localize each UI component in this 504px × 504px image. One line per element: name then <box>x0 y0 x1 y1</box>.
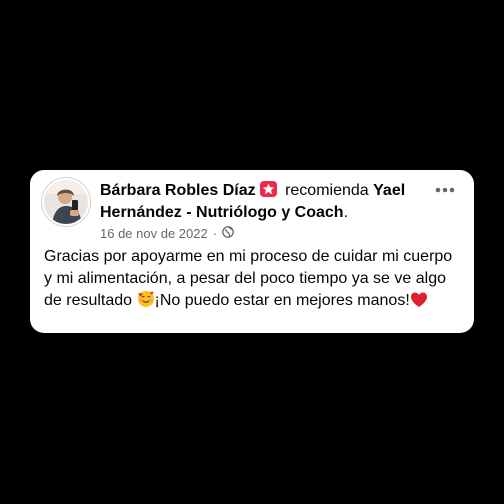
meta-separator: · <box>212 226 218 241</box>
post-text-part2: ¡No puedo estar en mejores manos! <box>154 292 410 309</box>
globe-icon <box>222 226 234 242</box>
post-header: Bárbara Robles Díaz recomienda Yael Hern… <box>100 180 425 224</box>
more-options-icon[interactable] <box>434 182 456 193</box>
author-avatar[interactable] <box>42 178 90 226</box>
action-text: recomienda <box>285 182 369 199</box>
recommendation-card: Bárbara Robles Díaz recomienda Yael Hern… <box>30 170 474 333</box>
smiling-face-with-hearts-emoji <box>137 290 155 315</box>
post-meta: 16 de nov de 2022 · <box>100 226 234 242</box>
post-date[interactable]: 16 de nov de 2022 <box>100 226 208 242</box>
author-name[interactable]: Bárbara Robles Díaz <box>100 182 256 199</box>
red-heart-emoji <box>410 292 428 315</box>
recommend-star-icon <box>259 181 277 197</box>
header-period: . <box>343 204 349 221</box>
post-body: Gracias por apoyarme en mi proceso de cu… <box>44 246 464 315</box>
